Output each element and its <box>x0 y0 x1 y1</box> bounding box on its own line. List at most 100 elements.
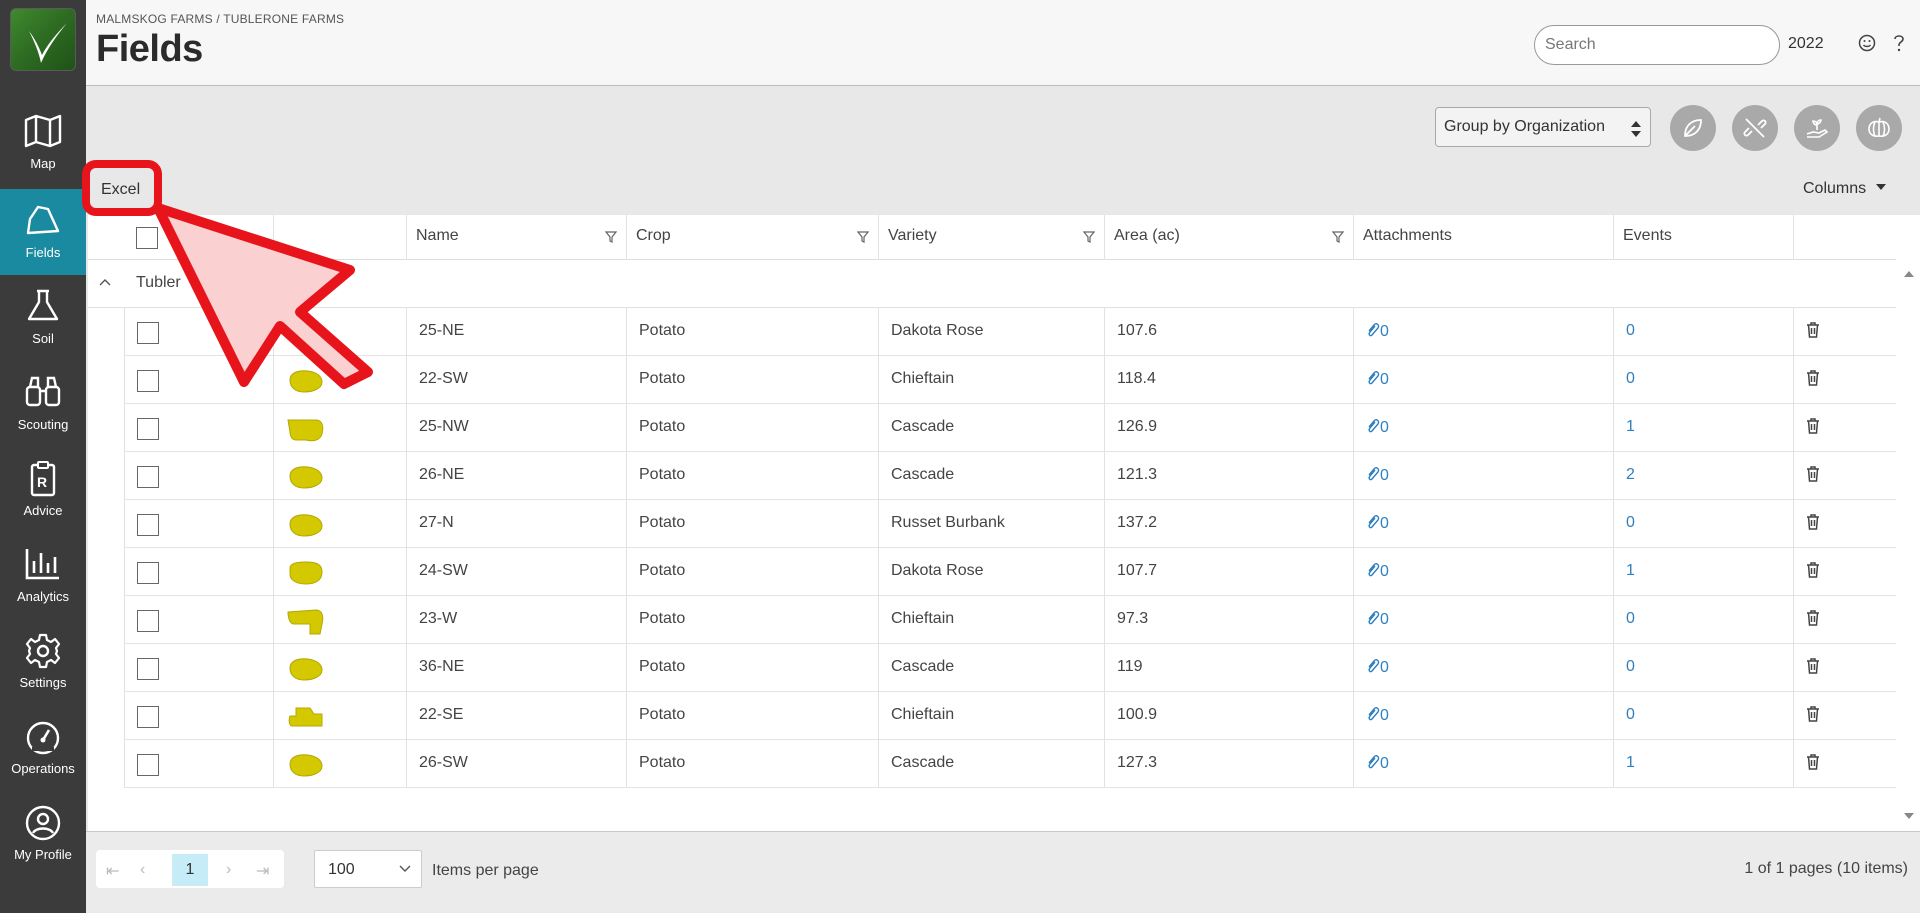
events-count-link[interactable]: 1 <box>1626 562 1635 579</box>
row-checkbox[interactable] <box>137 322 159 344</box>
name-cell[interactable]: 24-SW <box>406 548 626 596</box>
field-shape-thumbnail[interactable] <box>286 752 326 780</box>
excel-export-button[interactable]: Excel <box>92 176 152 206</box>
attachments-link[interactable]: 0 <box>1366 323 1389 340</box>
trash-icon[interactable] <box>1806 562 1820 578</box>
name-cell[interactable]: 27-N <box>406 500 626 548</box>
trash-icon[interactable] <box>1806 514 1820 530</box>
first-page-icon[interactable]: ⇤ <box>106 861 119 881</box>
header-cell-attachments[interactable]: Attachments <box>1353 215 1613 260</box>
name-cell[interactable]: 22-SW <box>406 356 626 404</box>
filter-icon[interactable] <box>1332 231 1344 243</box>
events-count-link[interactable]: 0 <box>1626 322 1635 339</box>
scroll-down-arrow-icon[interactable] <box>1904 813 1914 819</box>
row-checkbox[interactable] <box>137 562 159 584</box>
header-cell-events[interactable]: Events <box>1613 215 1793 260</box>
group-by-select[interactable]: Group by Organization <box>1435 107 1651 147</box>
table-row[interactable]: 36-NE Potato Cascade 119 0 0 <box>124 644 1896 692</box>
row-checkbox[interactable] <box>137 418 159 440</box>
filter-icon[interactable] <box>1083 231 1095 243</box>
help-icon[interactable] <box>1892 34 1906 52</box>
name-cell[interactable]: 25-NE <box>406 308 626 356</box>
filter-icon[interactable] <box>605 231 617 243</box>
table-row[interactable]: 24-SW Potato Dakota Rose 107.7 0 1 <box>124 548 1896 596</box>
table-row[interactable]: 25-NE Potato Dakota Rose 107.6 0 0 <box>124 308 1896 356</box>
field-shape-thumbnail[interactable] <box>286 320 326 348</box>
table-row[interactable]: 22-SW Potato Chieftain 118.4 0 0 <box>124 356 1896 404</box>
row-checkbox[interactable] <box>137 706 159 728</box>
events-count-link[interactable]: 0 <box>1626 658 1635 675</box>
events-count-link[interactable]: 0 <box>1626 370 1635 387</box>
current-page-button[interactable]: 1 <box>172 854 208 886</box>
attachments-link[interactable]: 0 <box>1366 755 1389 772</box>
select-all-checkbox[interactable] <box>136 227 158 249</box>
sidebar-item-scouting[interactable]: Scouting <box>0 361 86 447</box>
name-cell[interactable]: 23-W <box>406 596 626 644</box>
header-cell-name[interactable]: Name <box>406 215 626 260</box>
events-count-link[interactable]: 0 <box>1626 610 1635 627</box>
field-shape-thumbnail[interactable] <box>286 656 326 684</box>
table-row[interactable]: 26-SW Potato Cascade 127.3 0 1 <box>124 740 1896 788</box>
trash-icon[interactable] <box>1806 418 1820 434</box>
sidebar-item-operations[interactable]: Operations <box>0 705 86 791</box>
name-cell[interactable]: 22-SE <box>406 692 626 740</box>
events-count-link[interactable]: 0 <box>1626 706 1635 723</box>
attachments-link[interactable]: 0 <box>1366 707 1389 724</box>
trash-icon[interactable] <box>1806 370 1820 386</box>
table-row[interactable]: 27-N Potato Russet Burbank 137.2 0 0 <box>124 500 1896 548</box>
table-row[interactable]: 25-NW Potato Cascade 126.9 0 1 <box>124 404 1896 452</box>
scroll-up-arrow-icon[interactable] <box>1904 271 1914 277</box>
row-checkbox[interactable] <box>137 754 159 776</box>
table-row[interactable]: 22-SE Potato Chieftain 100.9 0 0 <box>124 692 1896 740</box>
app-logo[interactable] <box>10 8 76 71</box>
events-count-link[interactable]: 1 <box>1626 754 1635 771</box>
trash-icon[interactable] <box>1806 466 1820 482</box>
field-shape-thumbnail[interactable] <box>286 608 326 636</box>
trash-icon[interactable] <box>1806 322 1820 338</box>
harvest-action-button[interactable] <box>1856 105 1902 151</box>
crop-action-button[interactable] <box>1670 105 1716 151</box>
name-cell[interactable]: 26-NE <box>406 452 626 500</box>
events-count-link[interactable]: 1 <box>1626 418 1635 435</box>
sidebar-item-map[interactable]: Map <box>0 100 86 186</box>
search-input[interactable] <box>1534 25 1780 65</box>
year-selector[interactable]: 2022 <box>1788 35 1824 53</box>
attachments-link[interactable]: 0 <box>1366 515 1389 532</box>
header-cell-crop[interactable]: Crop <box>626 215 878 260</box>
table-row[interactable]: 26-NE Potato Cascade 121.3 0 2 <box>124 452 1896 500</box>
feedback-smiley-icon[interactable] <box>1858 34 1876 52</box>
next-page-icon[interactable]: › <box>226 861 231 879</box>
columns-menu-button[interactable]: Columns <box>1803 180 1887 198</box>
planting-action-button[interactable] <box>1794 105 1840 151</box>
sidebar-item-analytics[interactable]: Analytics <box>0 533 86 619</box>
prev-page-icon[interactable]: ‹ <box>140 861 145 879</box>
items-per-page-select[interactable]: 100 <box>314 850 422 888</box>
trash-icon[interactable] <box>1806 610 1820 626</box>
sidebar-item-fields[interactable]: Fields <box>0 189 86 275</box>
field-shape-thumbnail[interactable] <box>286 704 326 732</box>
attachments-link[interactable]: 0 <box>1366 611 1389 628</box>
field-shape-thumbnail[interactable] <box>286 368 326 396</box>
sidebar-item-settings[interactable]: Settings <box>0 619 86 705</box>
field-shape-thumbnail[interactable] <box>286 560 326 588</box>
trash-icon[interactable] <box>1806 754 1820 770</box>
field-shape-thumbnail[interactable] <box>286 464 326 492</box>
events-count-link[interactable]: 0 <box>1626 514 1635 531</box>
name-cell[interactable]: 36-NE <box>406 644 626 692</box>
row-checkbox[interactable] <box>137 610 159 632</box>
row-checkbox[interactable] <box>137 658 159 680</box>
row-checkbox[interactable] <box>137 370 159 392</box>
row-checkbox[interactable] <box>137 466 159 488</box>
trash-icon[interactable] <box>1806 706 1820 722</box>
attachments-link[interactable]: 0 <box>1366 659 1389 676</box>
field-shape-thumbnail[interactable] <box>286 512 326 540</box>
sidebar-item-my-profile[interactable]: My Profile <box>0 791 86 877</box>
breadcrumb[interactable]: MALMSKOG FARMS / TUBLERONE FARMS <box>96 12 344 26</box>
attachments-link[interactable]: 0 <box>1366 419 1389 436</box>
attachments-link[interactable]: 0 <box>1366 467 1389 484</box>
sidebar-item-soil[interactable]: Soil <box>0 275 86 361</box>
field-shape-thumbnail[interactable] <box>286 416 326 444</box>
unlink-action-button[interactable] <box>1732 105 1778 151</box>
header-cell-variety[interactable]: Variety <box>878 215 1104 260</box>
group-row[interactable]: Tubler <box>88 260 1896 308</box>
